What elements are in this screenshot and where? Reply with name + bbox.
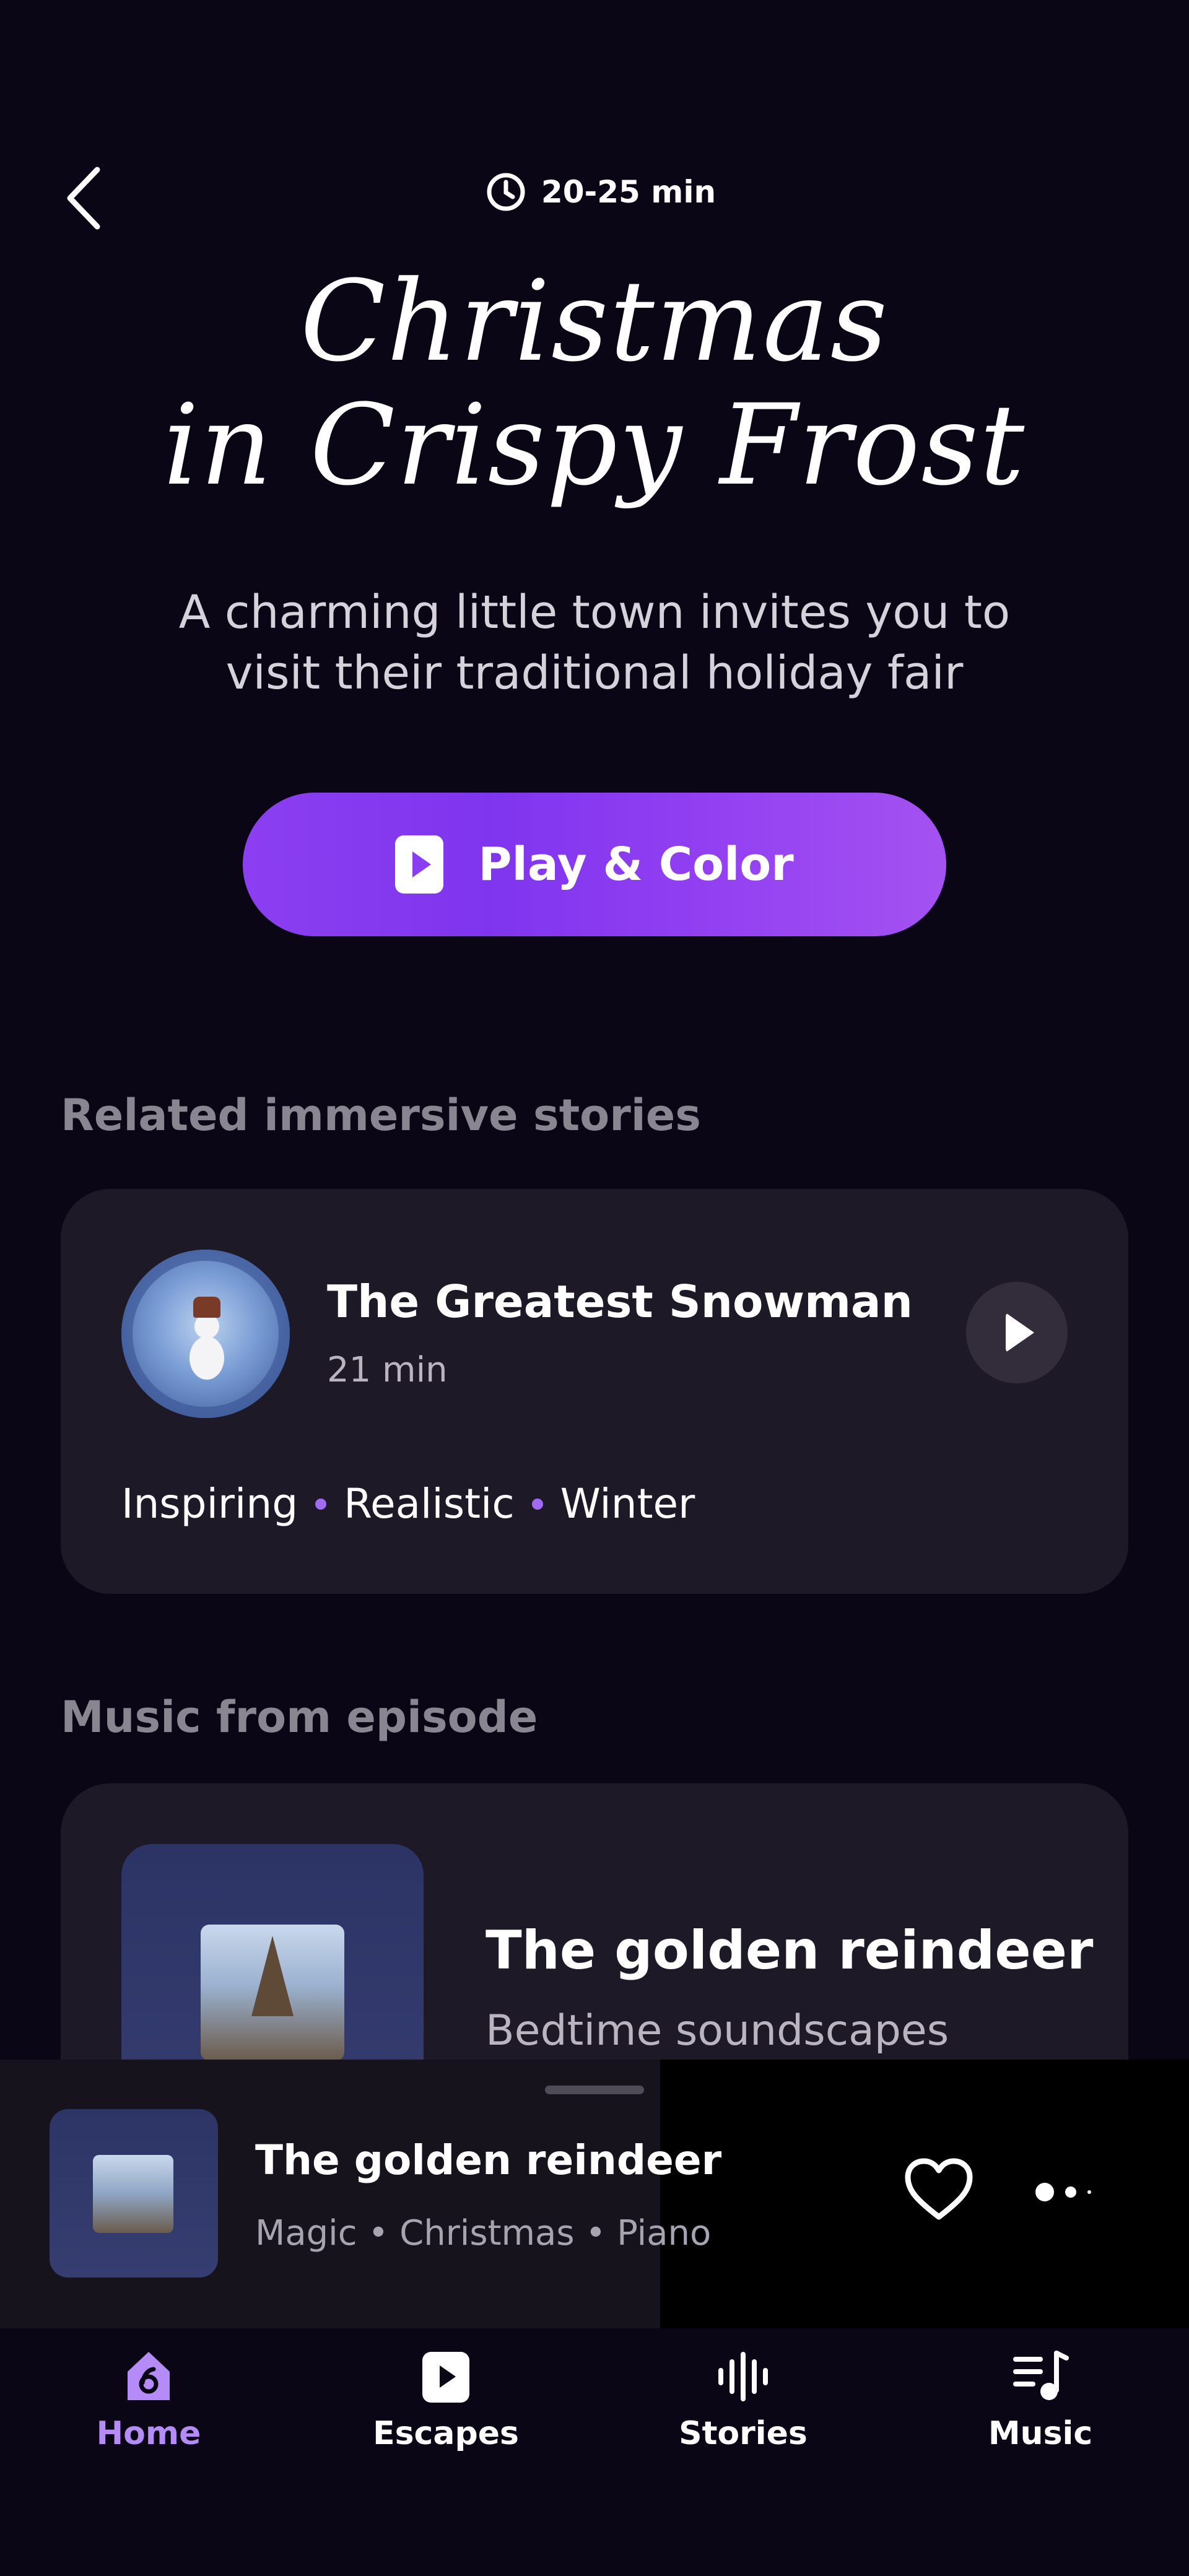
music-artwork-image xyxy=(201,1925,344,2061)
page-title: Christmas in Crispy Frost xyxy=(99,260,1090,508)
more-dot-icon xyxy=(1065,2187,1076,2198)
tag-separator-dot xyxy=(315,1498,327,1510)
nav-item-music[interactable]: Music xyxy=(892,2347,1189,2471)
story-play-button[interactable] xyxy=(966,1282,1068,1383)
story-thumbnail xyxy=(121,1250,290,1418)
snowman-hat xyxy=(193,1297,220,1318)
title-line-2: in Crispy Frost xyxy=(163,381,1026,510)
nav-item-stories[interactable]: Stories xyxy=(594,2347,892,2471)
duration-text: 20-25 min xyxy=(541,174,716,210)
favorite-button[interactable] xyxy=(902,2154,976,2228)
more-options-button[interactable] xyxy=(1035,2161,1122,2223)
play-button-label: Play & Color xyxy=(478,838,794,891)
more-dot-icon xyxy=(1087,2190,1091,2194)
tag-realistic: Realistic xyxy=(344,1480,515,1528)
more-dot-icon xyxy=(1035,2183,1054,2201)
story-title: The Greatest Snowman xyxy=(327,1276,913,1328)
nav-label-stories: Stories xyxy=(679,2415,808,2452)
mini-player-artwork xyxy=(50,2109,218,2278)
subtitle-line-2: visit their traditional holiday fair xyxy=(225,646,964,700)
tag-inspiring: Inspiring xyxy=(121,1480,298,1528)
christmas-tree-icon xyxy=(251,1936,294,2016)
play-and-color-button[interactable]: Play & Color xyxy=(243,793,946,936)
waveform-icon xyxy=(718,2352,768,2401)
mini-player-drag-handle[interactable] xyxy=(545,2086,644,2094)
story-tags: Inspiring Realistic Winter xyxy=(121,1480,695,1528)
related-section-title: Related immersive stories xyxy=(61,1090,701,1141)
snowman-body xyxy=(189,1336,224,1380)
back-button[interactable] xyxy=(56,164,111,232)
page-subtitle: A charming little town invites you to vi… xyxy=(99,582,1090,703)
nav-label-escapes: Escapes xyxy=(373,2415,519,2452)
duration-indicator: 20-25 min xyxy=(471,167,731,217)
mini-player-title: The golden reindeer xyxy=(255,2136,722,2184)
nav-item-escapes[interactable]: Escapes xyxy=(297,2347,594,2471)
clock-icon xyxy=(487,173,525,211)
nav-label-home: Home xyxy=(96,2415,201,2452)
music-track-title: The golden reindeer xyxy=(486,1920,1094,1982)
play-icon xyxy=(395,835,444,894)
mini-player-artwork-image xyxy=(93,2155,173,2233)
nav-label-music: Music xyxy=(988,2415,1093,2452)
music-section-title: Music from episode xyxy=(61,1692,538,1743)
tag-winter: Winter xyxy=(560,1480,695,1528)
story-duration: 21 min xyxy=(327,1350,448,1390)
music-list-icon xyxy=(1013,2351,1069,2400)
mini-player-meta: Magic • Christmas • Piano xyxy=(255,2213,712,2253)
music-track-subtitle: Bedtime soundscapes xyxy=(486,2006,949,2055)
nav-item-home[interactable]: Home xyxy=(0,2347,297,2471)
play-square-icon xyxy=(422,2352,469,2403)
home-icon xyxy=(128,2352,170,2400)
subtitle-line-1: A charming little town invites you to xyxy=(178,586,1011,639)
tag-separator-dot xyxy=(531,1498,543,1510)
title-line-1: Christmas xyxy=(300,257,889,386)
snowman-head xyxy=(194,1314,219,1339)
chevron-left-icon xyxy=(67,167,100,230)
heart-icon xyxy=(905,2158,973,2220)
